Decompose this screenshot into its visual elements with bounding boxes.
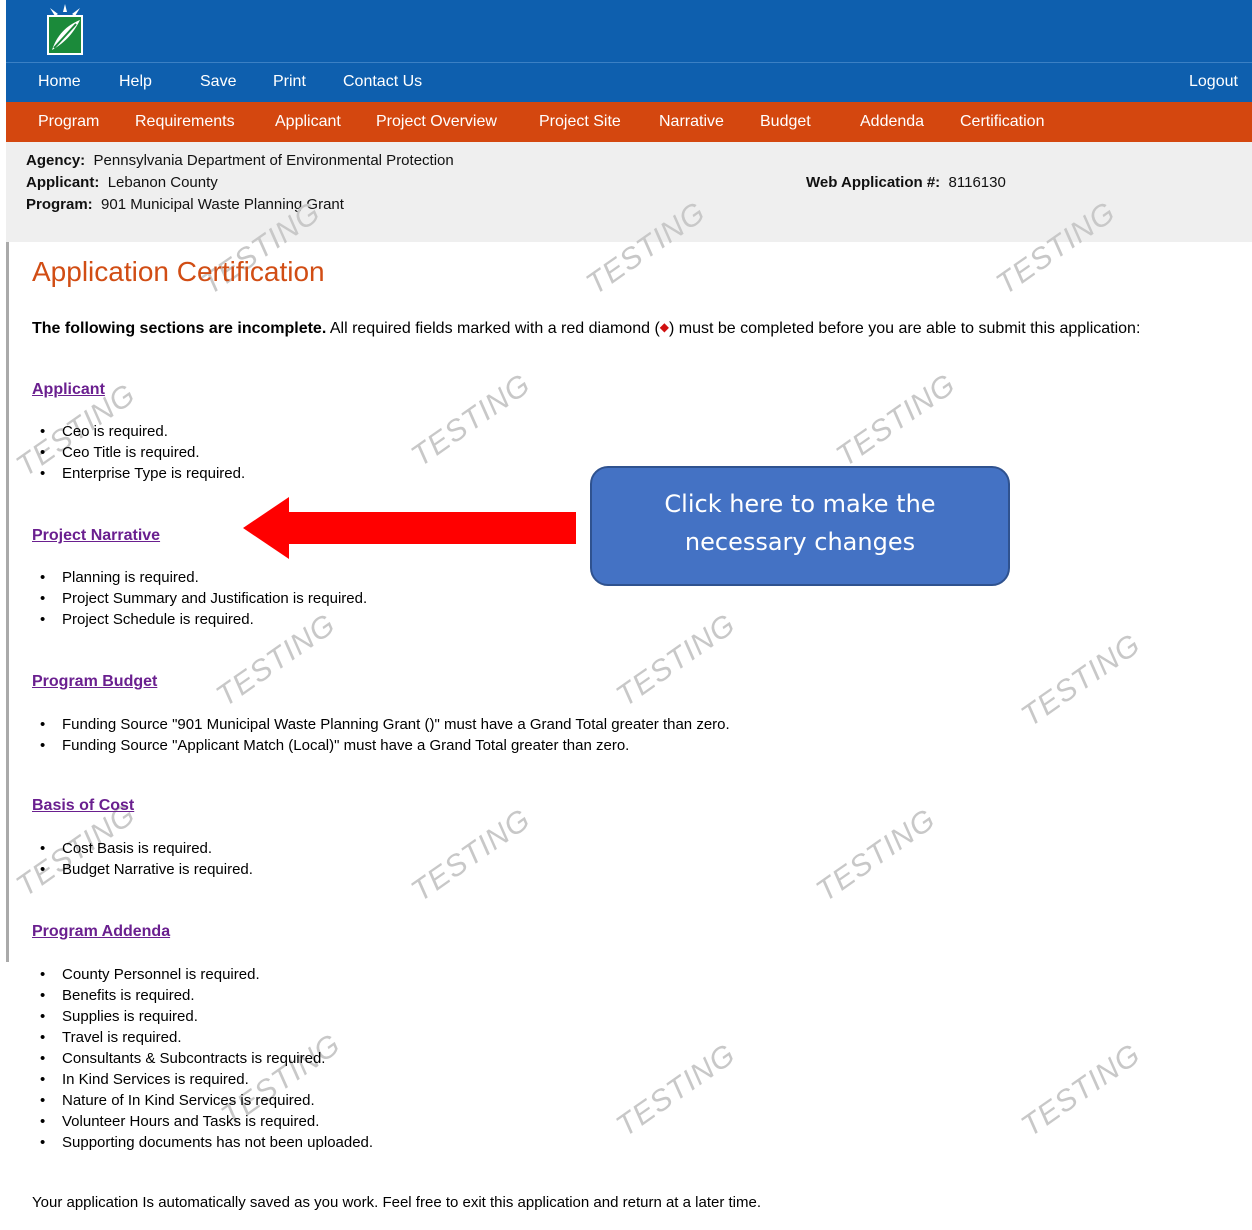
list-item: Project Schedule is required. bbox=[40, 609, 367, 630]
basis-of-cost-requirements-list: Cost Basis is required. Budget Narrative… bbox=[40, 838, 253, 880]
tab-project-site[interactable]: Project Site bbox=[539, 113, 621, 131]
list-item: Travel is required. bbox=[40, 1027, 373, 1048]
tab-narrative[interactable]: Narrative bbox=[659, 113, 724, 131]
nav-help[interactable]: Help bbox=[119, 73, 152, 91]
list-item: Benefits is required. bbox=[40, 985, 373, 1006]
nav-save[interactable]: Save bbox=[200, 73, 236, 91]
incomplete-notice: The following sections are incomplete. A… bbox=[32, 320, 1141, 337]
web-application-row: Web Application #: 8116130 bbox=[806, 174, 1006, 191]
watermark: TESTING bbox=[405, 367, 537, 474]
instruction-callout: Click here to make the necessary changes bbox=[590, 466, 1010, 586]
program-addenda-section-link[interactable]: Program Addenda bbox=[32, 923, 170, 941]
red-arrow-icon bbox=[243, 497, 576, 559]
tab-requirements[interactable]: Requirements bbox=[135, 113, 235, 131]
list-item: Project Summary and Justification is req… bbox=[40, 588, 367, 609]
list-item: Cost Basis is required. bbox=[40, 838, 253, 859]
program-budget-requirements-list: Funding Source "901 Municipal Waste Plan… bbox=[40, 714, 730, 756]
tab-addenda[interactable]: Addenda bbox=[860, 113, 924, 131]
watermark: TESTING bbox=[830, 367, 962, 474]
page-title: Application Certification bbox=[32, 256, 325, 287]
list-item: Enterprise Type is required. bbox=[40, 463, 245, 484]
callout-line-1: Click here to make the bbox=[664, 490, 936, 518]
list-item: Volunteer Hours and Tasks is required. bbox=[40, 1111, 373, 1132]
watermark: TESTING bbox=[1015, 627, 1147, 734]
left-divider bbox=[6, 242, 9, 962]
list-item: Supplies is required. bbox=[40, 1006, 373, 1027]
section-nav: Program Requirements Applicant Project O… bbox=[6, 102, 1252, 142]
list-item: Supporting documents has not been upload… bbox=[40, 1132, 373, 1153]
web-application-number: 8116130 bbox=[948, 174, 1006, 191]
tab-budget[interactable]: Budget bbox=[760, 113, 811, 131]
list-item: Consultants & Subcontracts is required. bbox=[40, 1048, 373, 1069]
project-narrative-requirements-list: Planning is required. Project Summary an… bbox=[40, 567, 367, 630]
list-item: County Personnel is required. bbox=[40, 964, 373, 985]
callout-line-2: necessary changes bbox=[684, 528, 916, 556]
watermark: TESTING bbox=[810, 802, 942, 909]
red-diamond-icon: ◆ bbox=[659, 320, 670, 334]
agency-row: Agency: Pennsylvania Department of Envir… bbox=[26, 152, 454, 169]
applicant-value: Lebanon County bbox=[107, 174, 218, 191]
watermark: TESTING bbox=[405, 802, 537, 909]
agency-value: Pennsylvania Department of Environmental… bbox=[93, 152, 454, 169]
main-nav: Home Help Save Print Contact Us Logout bbox=[6, 62, 1252, 102]
list-item: Ceo Title is required. bbox=[40, 442, 245, 463]
program-addenda-requirements-list: County Personnel is required. Benefits i… bbox=[40, 964, 373, 1153]
applicant-requirements-list: Ceo is required. Ceo Title is required. … bbox=[40, 421, 245, 484]
leaf-logo-icon bbox=[47, 4, 83, 55]
list-item: In Kind Services is required. bbox=[40, 1069, 373, 1090]
project-narrative-section-link[interactable]: Project Narrative bbox=[32, 527, 160, 545]
watermark: TESTING bbox=[1015, 1037, 1147, 1144]
watermark: TESTING bbox=[610, 607, 742, 714]
tab-project-overview[interactable]: Project Overview bbox=[376, 113, 497, 131]
tab-certification[interactable]: Certification bbox=[960, 113, 1044, 131]
top-banner bbox=[6, 0, 1252, 62]
program-budget-section-link[interactable]: Program Budget bbox=[32, 673, 157, 691]
basis-of-cost-section-link[interactable]: Basis of Cost bbox=[32, 797, 134, 815]
list-item: Funding Source "901 Municipal Waste Plan… bbox=[40, 714, 730, 735]
list-item: Nature of In Kind Services is required. bbox=[40, 1090, 373, 1111]
applicant-row: Applicant: Lebanon County bbox=[26, 174, 218, 191]
nav-home[interactable]: Home bbox=[38, 73, 81, 91]
nav-print[interactable]: Print bbox=[273, 73, 306, 91]
list-item: Ceo is required. bbox=[40, 421, 245, 442]
nav-contact-us[interactable]: Contact Us bbox=[343, 73, 422, 91]
watermark: TESTING bbox=[610, 1037, 742, 1144]
applicant-section-link[interactable]: Applicant bbox=[32, 381, 105, 399]
list-item: Planning is required. bbox=[40, 567, 367, 588]
tab-program[interactable]: Program bbox=[38, 113, 99, 131]
list-item: Funding Source "Applicant Match (Local)"… bbox=[40, 735, 730, 756]
autosave-notice: Your application Is automatically saved … bbox=[32, 1194, 761, 1211]
list-item: Budget Narrative is required. bbox=[40, 859, 253, 880]
tab-applicant[interactable]: Applicant bbox=[275, 113, 341, 131]
nav-logout[interactable]: Logout bbox=[1189, 73, 1238, 91]
